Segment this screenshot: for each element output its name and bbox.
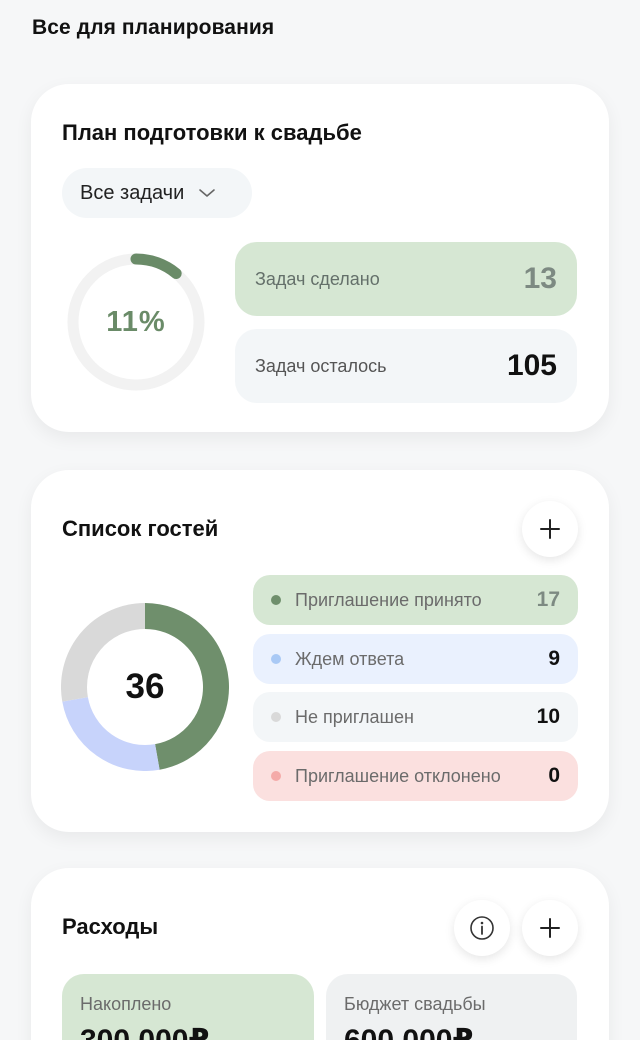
saved-amount-box: Накоплено 300 000₽ [62, 974, 314, 1040]
info-icon [470, 916, 494, 940]
filter-label: Все задачи [80, 181, 185, 204]
progress-percent: 11% [106, 305, 166, 338]
budget-box: Бюджет свадьбы 600 000₽ [326, 974, 577, 1040]
status-label: Не приглашен [295, 706, 414, 727]
guests-title: Список гостей [62, 516, 219, 541]
status-dot [271, 712, 281, 722]
status-dot [271, 595, 281, 605]
status-label: Приглашение отклонено [295, 765, 501, 786]
budget-label: Бюджет свадьбы [344, 994, 486, 1014]
progress-ring: 11% [64, 250, 208, 394]
saved-value: 300 000₽ [80, 1023, 296, 1040]
add-guest-button[interactable] [522, 501, 578, 557]
status-count: 9 [548, 647, 560, 670]
plan-card: План подготовки к свадьбе Все задачи 11%… [31, 84, 609, 432]
guests-card: Список гостей 36 Приглашение принято 17 … [31, 470, 609, 832]
guests-donut: 36 [61, 603, 229, 771]
page-title: Все для планирования [32, 16, 275, 39]
plus-icon [540, 519, 560, 539]
guests-total: 36 [125, 667, 165, 706]
tasks-done-label: Задач сделано [255, 268, 380, 289]
status-label: Ждем ответа [295, 648, 405, 669]
expenses-title: Расходы [62, 914, 159, 939]
add-expense-button[interactable] [522, 900, 578, 956]
tasks-done-stat: Задач сделано 13 [235, 242, 577, 316]
saved-label: Накоплено [80, 994, 172, 1014]
plus-icon [540, 918, 560, 938]
guest-status-declined[interactable]: Приглашение отклонено 0 [253, 751, 578, 801]
guest-status-waiting[interactable]: Ждем ответа 9 [253, 634, 578, 684]
status-count: 17 [536, 588, 560, 611]
status-count: 0 [548, 764, 560, 787]
guest-status-accepted[interactable]: Приглашение принято 17 [253, 575, 578, 625]
expenses-card: Расходы Накоплено 300 000₽ Бюджет свадьб… [31, 868, 609, 1040]
status-label: Приглашение принято [295, 589, 482, 610]
tasks-done-value: 13 [523, 262, 557, 295]
tasks-left-value: 105 [506, 349, 557, 382]
status-dot [271, 771, 281, 781]
status-dot [271, 654, 281, 664]
tasks-left-label: Задач осталось [255, 355, 387, 376]
plan-title: План подготовки к свадьбе [62, 120, 362, 145]
task-filter-dropdown[interactable]: Все задачи [62, 168, 252, 218]
budget-value: 600 000₽ [344, 1023, 559, 1040]
expenses-info-button[interactable] [454, 900, 510, 956]
guest-status-not-invited[interactable]: Не приглашен 10 [253, 692, 578, 742]
tasks-left-stat: Задач осталось 105 [235, 329, 577, 403]
status-count: 10 [536, 705, 560, 728]
chevron-down-icon [198, 187, 216, 199]
